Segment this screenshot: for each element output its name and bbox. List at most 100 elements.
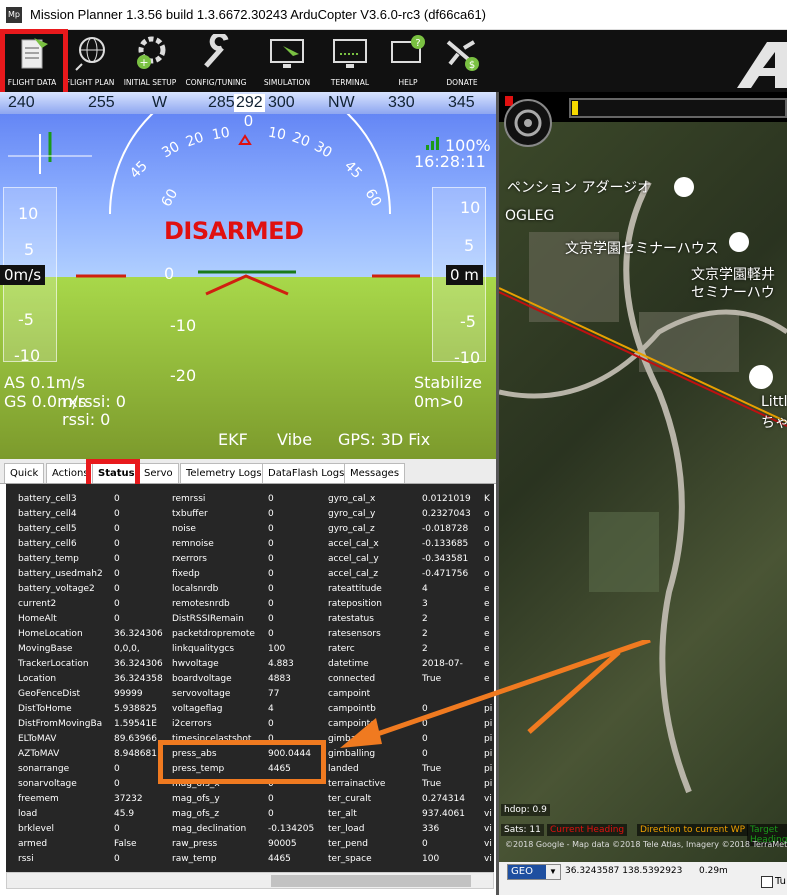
donate-button[interactable]: $ DONATE: [430, 32, 494, 90]
status-row: DistFromMovingBa 1.59541E i2cerrors 0 campoi…: [6, 717, 494, 732]
status-scrollbar[interactable]: [6, 872, 494, 889]
status-key: gimballing: [328, 749, 376, 759]
status-key: ELToMAV: [18, 734, 57, 744]
status-value: 0: [114, 509, 120, 519]
status-row: battery_usedmah2 0 fixedp 0 accel_cal_z -0.47…: [6, 567, 494, 582]
map-label: ペンション アダージオ: [507, 180, 652, 196]
status-key: connected: [328, 674, 376, 684]
status-key: mag_declination: [172, 824, 247, 834]
tab-telemetry-logs[interactable]: Telemetry Logs: [180, 463, 268, 483]
altitude-readout: 0 m: [446, 265, 483, 285]
status-value: 45.9: [114, 809, 135, 819]
status-value: 36.324358: [114, 674, 163, 684]
coord-type-select[interactable]: GEO ▼: [507, 864, 561, 880]
status-value: 0: [268, 524, 274, 534]
hud-time: 16:28:11: [414, 152, 486, 171]
status-value: 0: [422, 734, 428, 744]
speed-tick: -5: [18, 310, 34, 329]
sats-text: Sats: 11: [501, 824, 544, 836]
status-key: brklevel: [18, 824, 55, 834]
status-value: 90005: [268, 839, 297, 849]
status-value: 0.0121019: [422, 494, 471, 504]
simulation-button[interactable]: SIMULATION: [255, 32, 319, 90]
status-key: accel_cal_x: [328, 539, 379, 549]
tab-actions[interactable]: Actions: [46, 463, 95, 483]
status-key: voltageflag: [172, 704, 223, 714]
waypoint-distance: 0m>0: [414, 392, 464, 411]
speed-tick: 5: [24, 240, 35, 259]
status-value: 99999: [114, 689, 143, 699]
status-key: pi: [484, 719, 493, 729]
status-value: 0.2327043: [422, 509, 471, 519]
status-key: rxerrors: [172, 554, 207, 564]
tab-dataflash-logs[interactable]: DataFlash Logs: [262, 463, 351, 483]
heading-label: 300: [268, 94, 295, 111]
config-tuning-button[interactable]: CONFIG/TUNING: [184, 32, 248, 90]
status-value: 0: [422, 749, 428, 759]
roll-zero-label: 0: [244, 114, 253, 130]
status-row: freemem 37232 mag_ofs_y 0 ter_curalt 0.274314…: [6, 792, 494, 807]
status-key: GeoFenceDist: [18, 689, 81, 699]
status-row: battery_cell4 0 txbuffer 0 gyro_cal_y 0.23270…: [6, 507, 494, 522]
heading-label: 345: [448, 94, 475, 111]
status-value: -0.133685: [422, 539, 469, 549]
status-value: 0: [268, 794, 274, 804]
status-value: 1.59541E: [114, 719, 157, 729]
flight-data-button[interactable]: FLIGHT DATA: [0, 32, 64, 90]
svg-text:+: +: [139, 56, 148, 69]
alt-tick: -5: [460, 312, 476, 331]
status-key: e: [484, 614, 490, 624]
status-key: ter_pend: [328, 839, 368, 849]
status-key: HomeAlt: [18, 614, 57, 624]
status-key: Location: [18, 674, 57, 684]
status-value: -0.471756: [422, 569, 469, 579]
status-key: ratestatus: [328, 614, 374, 624]
terminal-button[interactable]: TERMINAL: [318, 32, 382, 90]
status-key: mag_ofs_z: [172, 809, 220, 819]
status-key: battery_cell4: [18, 509, 77, 519]
tuning-checkbox[interactable]: [761, 876, 773, 888]
scrollbar-thumb[interactable]: [271, 875, 471, 887]
status-value: 36.324306: [114, 659, 163, 669]
map-view[interactable]: ペンション アダージオ OGLEG 文京学園セミナーハウス 文京学園軽井 セミナ…: [499, 92, 787, 862]
status-row: battery_cell6 0 remnoise 0 accel_cal_x -0.133…: [6, 537, 494, 552]
status-value: 0: [268, 719, 274, 729]
status-row: armed False raw_press 90005 ter_pend 0 vi: [6, 837, 494, 852]
ekf-status[interactable]: EKF: [218, 430, 248, 449]
map-label: 文京学園軽井: [691, 267, 775, 283]
status-value: 3: [422, 599, 428, 609]
status-key: rateposition: [328, 599, 382, 609]
map-label: 文京学園セミナーハウス: [565, 241, 719, 257]
svg-text:?: ?: [415, 38, 420, 49]
status-key: current2: [18, 599, 57, 609]
status-key: DistFromMovingBa: [18, 719, 103, 729]
tab-quick[interactable]: Quick: [4, 463, 45, 483]
status-value: 0: [268, 584, 274, 594]
status-value: 4883: [268, 674, 291, 684]
tab-status[interactable]: Status: [92, 463, 141, 483]
status-key: ter_alt: [328, 809, 357, 819]
heading-tape: 240 255 W 285 292 300 NW 330 345: [0, 92, 496, 114]
ardupilot-logo: [737, 42, 787, 88]
status-key: gyro_cal_y: [328, 509, 376, 519]
tab-messages[interactable]: Messages: [344, 463, 406, 483]
status-key: landed: [328, 764, 359, 774]
heading-label: 285: [208, 94, 235, 111]
status-key: terrainactive: [328, 779, 386, 789]
tab-servo[interactable]: Servo: [138, 463, 179, 483]
status-key: ter_load: [328, 824, 365, 834]
status-value: 37232: [114, 794, 143, 804]
pitch-label: 0: [164, 264, 175, 283]
status-row: Location 36.324358 boardvoltage 4883 connect…: [6, 672, 494, 687]
status-row: battery_cell5 0 noise 0 gyro_cal_z -0.018728 o: [6, 522, 494, 537]
flight-plan-button[interactable]: FLIGHT PLAN: [58, 32, 122, 90]
status-key: o: [484, 569, 490, 579]
status-key: battery_usedmah2: [18, 569, 103, 579]
pressure-highlight: [158, 740, 326, 784]
status-key: vi: [484, 824, 492, 834]
initial-setup-button[interactable]: + INITIAL SETUP: [118, 32, 182, 90]
vibe-status[interactable]: Vibe: [277, 430, 312, 449]
status-key: campointb: [328, 704, 376, 714]
status-value: True: [422, 764, 442, 774]
svg-text:$: $: [469, 60, 475, 71]
